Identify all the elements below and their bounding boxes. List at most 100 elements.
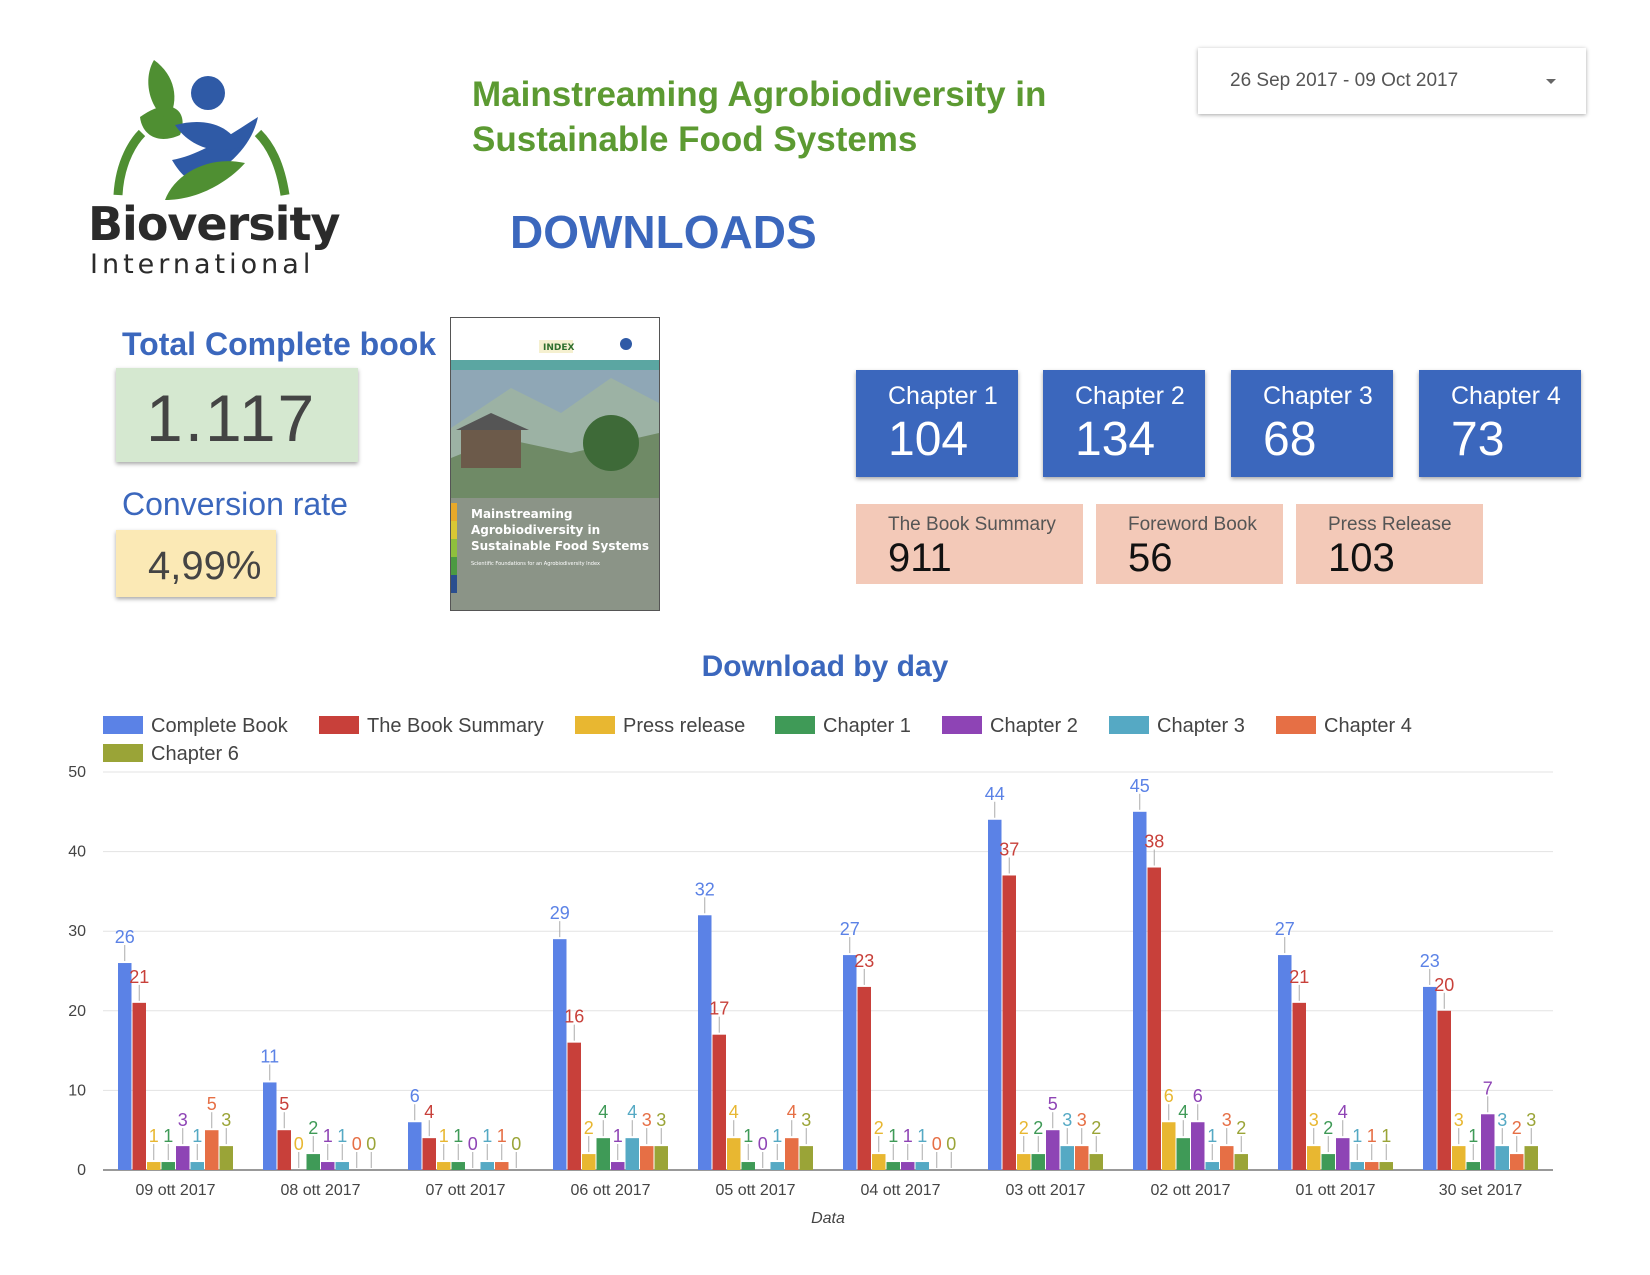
- y-tick-label: 40: [68, 844, 86, 861]
- data-label: 3: [1077, 1110, 1087, 1130]
- download-by-day-chart: 01020304050Complete Book The Book Summary…: [68, 715, 1553, 1227]
- bar: [277, 1130, 291, 1170]
- bar: [132, 1002, 146, 1170]
- data-label: 4: [729, 1102, 739, 1122]
- bar: [1510, 1154, 1524, 1170]
- data-label: 4: [627, 1102, 637, 1122]
- data-label: 2: [1323, 1118, 1333, 1138]
- foreword-book-label: Foreword Book: [1128, 514, 1257, 535]
- bar: [118, 963, 132, 1170]
- data-label: 3: [221, 1110, 231, 1130]
- total-complete-book-label: Total Complete book: [122, 326, 437, 362]
- book-summary-value: 911: [888, 536, 952, 580]
- bar: [654, 1146, 668, 1170]
- bar: [872, 1154, 886, 1170]
- bar: [1075, 1146, 1089, 1170]
- bioversity-logo: Bioversity International: [80, 55, 350, 280]
- x-tick-label: 07 ott 2017: [425, 1182, 505, 1199]
- bar: [408, 1122, 422, 1170]
- bar: [857, 986, 871, 1170]
- bar: [1046, 1130, 1060, 1170]
- bar: [843, 955, 857, 1170]
- data-label: 3: [1062, 1110, 1072, 1130]
- bar: [263, 1082, 277, 1170]
- bar: [640, 1146, 654, 1170]
- data-label: 1: [497, 1126, 507, 1146]
- legend-label: The Book Summary: [367, 715, 544, 737]
- conversion-rate-label: Conversion rate: [122, 486, 348, 522]
- bar: [698, 915, 712, 1170]
- bar: [1437, 1010, 1451, 1170]
- bar: [1031, 1154, 1045, 1170]
- legend-label: Complete Book: [151, 715, 289, 737]
- cover-title-line-3: Sustainable Food Systems: [471, 539, 649, 553]
- bar: [1278, 955, 1292, 1170]
- data-label: 6: [1164, 1086, 1174, 1106]
- bar: [1452, 1146, 1466, 1170]
- bar: [1234, 1154, 1248, 1170]
- chapter-3-label: Chapter 3: [1263, 382, 1373, 410]
- data-label: 5: [279, 1094, 289, 1114]
- data-label: 2: [1091, 1118, 1101, 1138]
- bar: [1524, 1146, 1538, 1170]
- foreword-book-scorecard: Foreword Book 56: [1096, 504, 1283, 584]
- y-tick-label: 20: [68, 1003, 86, 1020]
- press-release-value: 103: [1328, 536, 1395, 580]
- chart-title: Download by day: [701, 650, 949, 683]
- press-release-scorecard: Press Release 103: [1296, 504, 1483, 584]
- bar: [1365, 1162, 1379, 1170]
- cover-title-line-2: Agrobiodiversity in: [471, 523, 600, 537]
- bar: [306, 1154, 320, 1170]
- x-tick-label: 06 ott 2017: [570, 1182, 650, 1199]
- bar: [1307, 1146, 1321, 1170]
- chapter-4-value: 73: [1451, 413, 1505, 466]
- x-tick-label: 01 ott 2017: [1295, 1182, 1375, 1199]
- chapter-2-scorecard: Chapter 2 134: [1043, 370, 1205, 477]
- bar: [799, 1146, 813, 1170]
- bar: [915, 1162, 929, 1170]
- bar: [437, 1162, 451, 1170]
- x-tick-label: 02 ott 2017: [1150, 1182, 1230, 1199]
- x-tick-label: 03 ott 2017: [1005, 1182, 1085, 1199]
- data-label: 7: [1483, 1078, 1493, 1098]
- data-label: 1: [1352, 1126, 1362, 1146]
- bar: [422, 1138, 436, 1170]
- bar: [886, 1162, 900, 1170]
- legend-swatch: [103, 744, 143, 762]
- bar: [770, 1162, 784, 1170]
- bar: [596, 1138, 610, 1170]
- data-label: 2: [584, 1118, 594, 1138]
- conversion-rate-scorecard: 4,99%: [116, 530, 276, 597]
- legend-swatch: [575, 716, 615, 734]
- chapter-1-value: 104: [888, 413, 969, 466]
- legend-label: Chapter 4: [1324, 715, 1412, 737]
- logo-subtitle: International: [90, 249, 315, 280]
- bar: [1002, 875, 1016, 1170]
- data-label: 2: [874, 1118, 884, 1138]
- data-label: 1: [149, 1126, 159, 1146]
- data-label: 4: [598, 1102, 608, 1122]
- press-release-label: Press Release: [1328, 514, 1452, 535]
- data-label: 2: [1033, 1118, 1043, 1138]
- data-label: 1: [917, 1126, 927, 1146]
- data-label: 5: [1048, 1094, 1058, 1114]
- book-summary-label: The Book Summary: [888, 514, 1056, 535]
- data-label: 0: [468, 1134, 478, 1154]
- data-label: 23: [854, 951, 874, 971]
- date-range-picker[interactable]: 26 Sep 2017 - 09 Oct 2017: [1198, 48, 1586, 114]
- data-label: 44: [985, 784, 1005, 804]
- bar: [611, 1162, 625, 1170]
- book-cover-image: INDEX Mainstreaming Agrobiodiversity in …: [450, 317, 660, 611]
- cover-title-line-1: Mainstreaming: [471, 507, 572, 521]
- legend-label: Chapter 3: [1157, 715, 1245, 737]
- bar: [1060, 1146, 1074, 1170]
- foreword-book-value: 56: [1128, 536, 1173, 580]
- bar: [712, 1034, 726, 1170]
- data-label: 1: [337, 1126, 347, 1146]
- legend-label: Press release: [623, 715, 745, 737]
- x-tick-label: 08 ott 2017: [280, 1182, 360, 1199]
- chapter-4-label: Chapter 4: [1451, 382, 1561, 410]
- data-label: 4: [1178, 1102, 1188, 1122]
- bar: [1481, 1114, 1495, 1170]
- data-label: 0: [366, 1134, 376, 1154]
